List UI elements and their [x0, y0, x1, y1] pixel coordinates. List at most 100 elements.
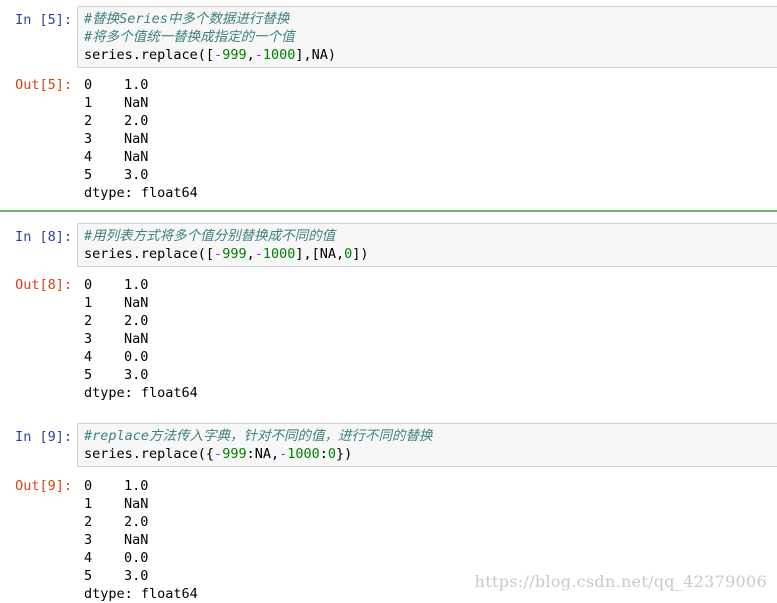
output-dtype: dtype: float64 [84, 385, 198, 401]
selected-cell-indicator [0, 210, 777, 212]
output-value: 1.0 [124, 478, 149, 494]
output-index: 3 [84, 331, 93, 347]
output-index: 2 [84, 113, 93, 129]
input-prompt: In [9]: [15, 429, 72, 445]
output-row: 2 2.0 [84, 112, 198, 130]
code-comment: #用列表方式将多个值分别替换成不同的值 [84, 228, 336, 244]
output-row: 4 0.0 [84, 549, 198, 567]
code-comment: #将多个值统一替换成指定的一个值 [84, 29, 295, 45]
code-statement: series.replace([-999,-1000],[NA,0]) [84, 245, 777, 263]
code-text: ],[NA, [295, 246, 345, 262]
output-index: 2 [84, 313, 93, 329]
code-comment: #替换Series中多个数据进行替换 [84, 11, 290, 27]
code-operator: - [279, 446, 288, 462]
output-row: 4 NaN [84, 148, 198, 166]
code-statement: series.replace([-999,-1000],NA) [84, 46, 777, 64]
output-row: 5 3.0 [84, 166, 198, 184]
output-row: 3 NaN [84, 130, 198, 148]
code-text: series.replace([ [84, 47, 215, 63]
output-index: 1 [84, 496, 93, 512]
output-value: 3.0 [124, 167, 149, 183]
output-index: 2 [84, 514, 93, 530]
code-text: ]) [352, 246, 369, 262]
output-value: NaN [124, 331, 149, 347]
output-value: NaN [124, 95, 149, 111]
output-index: 3 [84, 532, 93, 548]
code-operator: - [214, 246, 223, 262]
code-operator: - [254, 47, 263, 63]
code-text: series.replace([ [84, 246, 215, 262]
code-input-area[interactable]: #replace方法传入字典，针对不同的值，进行不同的替换 series.rep… [77, 423, 777, 467]
output-row: 5 3.0 [84, 567, 198, 585]
code-number: 0 [327, 446, 337, 462]
output-value: 2.0 [124, 113, 149, 129]
cell-output: 0 1.0 1 NaN 2 2.0 3 NaN 4 0.0 5 3.0 dtype: flo… [84, 276, 198, 402]
output-index: 5 [84, 367, 93, 383]
code-number: 1000 [262, 246, 296, 262]
code-number: 999 [222, 246, 247, 262]
output-value: NaN [124, 149, 149, 165]
output-row: 5 3.0 [84, 366, 198, 384]
output-row: 0 1.0 [84, 76, 198, 94]
code-comment: #replace方法传入字典，针对不同的值，进行不同的替换 [84, 428, 433, 444]
output-value: NaN [124, 532, 149, 548]
code-text: : [319, 446, 328, 462]
input-prompt: In [5]: [15, 12, 72, 28]
code-number: 999 [222, 47, 247, 63]
output-row: 1 NaN [84, 294, 198, 312]
output-value: NaN [124, 295, 149, 311]
output-value: 1.0 [124, 277, 149, 293]
output-value: 3.0 [124, 367, 149, 383]
output-value: 2.0 [124, 313, 149, 329]
output-value: 0.0 [124, 349, 149, 365]
output-index: 5 [84, 167, 93, 183]
code-text: , [246, 47, 255, 63]
output-row: 0 1.0 [84, 477, 198, 495]
code-text: , [246, 246, 255, 262]
code-input-area[interactable]: #替换Series中多个数据进行替换 #将多个值统一替换成指定的一个值 seri… [77, 6, 777, 68]
code-text: :NA, [246, 446, 280, 462]
output-prompt: Out[8]: [15, 277, 72, 293]
output-index: 4 [84, 550, 93, 566]
output-dtype: dtype: float64 [84, 185, 198, 201]
output-value: 3.0 [124, 568, 149, 584]
code-operator: - [214, 47, 223, 63]
watermark-url: https://blog.csdn.net/qq_42379006 [474, 572, 767, 591]
code-number: 999 [222, 446, 247, 462]
code-text: }) [336, 446, 353, 462]
code-number: 1000 [262, 47, 296, 63]
output-prompt: Out[9]: [15, 478, 72, 494]
output-index: 4 [84, 349, 93, 365]
output-index: 0 [84, 478, 93, 494]
output-index: 3 [84, 131, 93, 147]
output-value: 1.0 [124, 77, 149, 93]
output-index: 5 [84, 568, 93, 584]
cell-output: 0 1.0 1 NaN 2 2.0 3 NaN 4 NaN 5 3.0 dtype: flo… [84, 76, 198, 202]
output-row: 1 NaN [84, 495, 198, 513]
code-statement: series.replace({-999:NA,-1000:0}) [84, 445, 777, 463]
code-number: 1000 [287, 446, 320, 462]
output-row: 4 0.0 [84, 348, 198, 366]
output-value: 0.0 [124, 550, 149, 566]
code-operator: - [214, 446, 223, 462]
output-index: 1 [84, 95, 93, 111]
code-text: series.replace({ [84, 446, 215, 462]
output-index: 4 [84, 149, 93, 165]
output-value: 2.0 [124, 514, 149, 530]
output-value: NaN [124, 131, 149, 147]
code-text: ],NA) [295, 47, 337, 63]
output-row: 2 2.0 [84, 513, 198, 531]
output-row: 3 NaN [84, 531, 198, 549]
input-prompt: In [8]: [15, 229, 72, 245]
code-operator: - [254, 246, 263, 262]
output-row: 3 NaN [84, 330, 198, 348]
output-row: 0 1.0 [84, 276, 198, 294]
output-index: 1 [84, 295, 93, 311]
output-index: 0 [84, 77, 93, 93]
cell-output: 0 1.0 1 NaN 2 2.0 3 NaN 4 0.0 5 3.0 dtype: flo… [84, 477, 198, 603]
output-dtype: dtype: float64 [84, 586, 198, 602]
output-row: 1 NaN [84, 94, 198, 112]
output-row: 2 2.0 [84, 312, 198, 330]
output-index: 0 [84, 277, 93, 293]
code-input-area[interactable]: #用列表方式将多个值分别替换成不同的值 series.replace([-999… [77, 223, 777, 267]
